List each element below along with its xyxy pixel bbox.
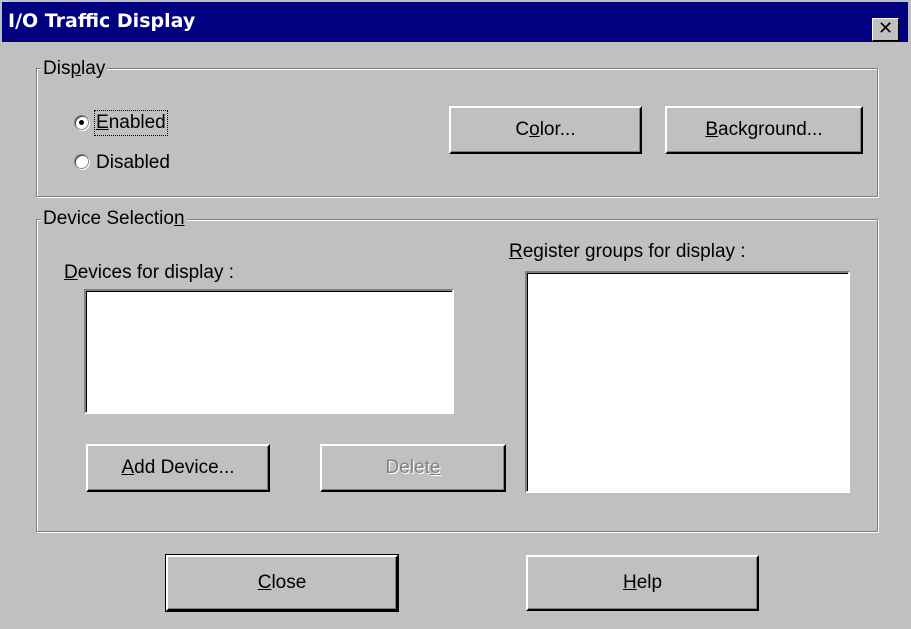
close-button[interactable]: Close (165, 554, 399, 612)
color-button[interactable]: Color... (449, 106, 642, 154)
register-groups-label: Register groups for display : (509, 241, 746, 262)
devices-listbox[interactable] (84, 289, 454, 414)
io-traffic-dialog: I/O Traffic Display ✕ Display Enabled Di… (0, 0, 911, 629)
radio-selected-icon (79, 120, 84, 125)
enabled-radio[interactable] (74, 115, 89, 130)
disabled-radio[interactable] (74, 154, 89, 169)
devices-label: Devices for display : (64, 262, 235, 283)
disabled-radio-label[interactable]: Disabled (96, 152, 170, 174)
background-button[interactable]: Background... (665, 106, 863, 154)
enabled-radio-label[interactable]: Enabled (94, 110, 168, 136)
add-device-button[interactable]: Add Device... (86, 444, 270, 492)
register-groups-listbox[interactable] (525, 271, 850, 493)
device-selection-legend: Device Selection (41, 208, 187, 230)
close-icon[interactable]: ✕ (872, 18, 899, 41)
help-button[interactable]: Help (526, 555, 759, 611)
title-bar[interactable]: I/O Traffic Display ✕ (2, 2, 908, 42)
window-title: I/O Traffic Display (8, 10, 196, 32)
delete-button[interactable]: Delete (320, 444, 506, 492)
display-legend: Display (41, 58, 108, 80)
